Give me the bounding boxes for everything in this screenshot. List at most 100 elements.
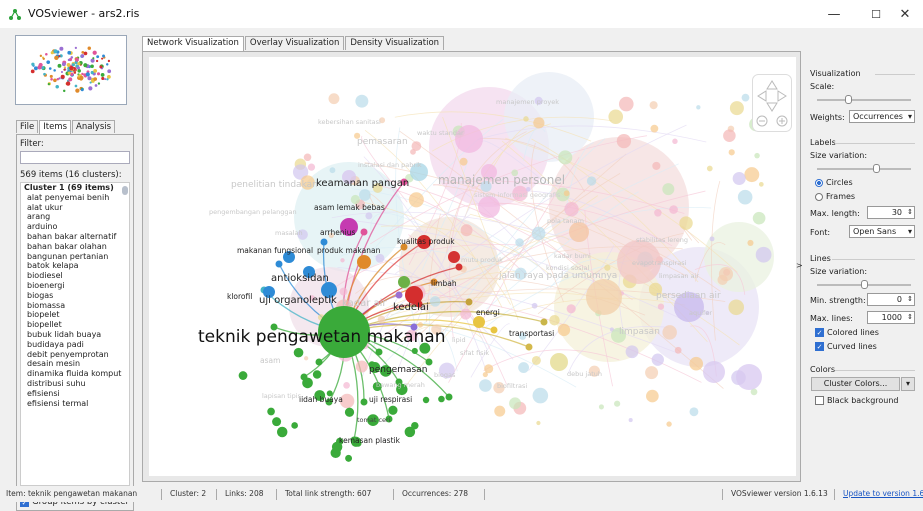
network-node[interactable]: [703, 361, 725, 383]
node-label[interactable]: sifat fisik: [460, 349, 489, 357]
network-node[interactable]: [752, 211, 766, 225]
network-node[interactable]: [563, 190, 570, 197]
list-item[interactable]: batok kelapa: [21, 261, 129, 271]
network-node[interactable]: [445, 393, 453, 401]
network-node[interactable]: [666, 421, 672, 427]
network-node[interactable]: [438, 395, 445, 403]
tab-items[interactable]: Items: [39, 120, 72, 134]
list-item[interactable]: bahan bakar olahan: [21, 242, 129, 252]
network-node[interactable]: [330, 447, 341, 459]
network-node[interactable]: [275, 260, 283, 268]
list-item[interactable]: efisiensi termal: [21, 399, 129, 409]
network-node[interactable]: [276, 426, 288, 438]
network-node[interactable]: [267, 407, 275, 416]
network-node[interactable]: [598, 404, 604, 410]
network-node[interactable]: [754, 152, 760, 159]
update-link[interactable]: Update to version 1.6.1: [843, 486, 923, 502]
network-map[interactable]: teknik pengawetan makanan manajemen perso…: [149, 57, 796, 476]
network-node[interactable]: [741, 93, 750, 102]
black-background-checkbox[interactable]: Black background: [815, 396, 899, 405]
network-node[interactable]: [558, 150, 573, 165]
network-node[interactable]: [490, 326, 498, 334]
network-node[interactable]: [459, 157, 468, 166]
network-node[interactable]: [388, 405, 398, 415]
cluster-header[interactable]: Cluster 1 (69 items): [21, 183, 129, 193]
network-node[interactable]: [646, 389, 659, 403]
node-label[interactable]: stabilitas lereng: [636, 236, 688, 244]
node-label[interactable]: kadar bumi: [554, 252, 591, 260]
network-node[interactable]: [718, 267, 734, 282]
node-label[interactable]: debu jatuh: [567, 370, 602, 378]
node-label[interactable]: mutu produk: [461, 256, 503, 264]
node-label[interactable]: limpasan: [619, 327, 660, 337]
network-node[interactable]: [744, 167, 760, 183]
network-node[interactable]: [689, 356, 704, 371]
node-label[interactable]: keamanan pangan: [316, 178, 409, 189]
network-canvas[interactable]: teknik pengawetan makanan manajemen perso…: [149, 57, 796, 476]
network-node[interactable]: [411, 421, 419, 430]
close-button[interactable]: ✕: [885, 4, 923, 26]
network-node[interactable]: [679, 216, 693, 230]
node-label[interactable]: pola tanam: [547, 217, 584, 225]
network-node[interactable]: [302, 377, 313, 389]
node-label[interactable]: biofiltrasi: [497, 382, 527, 390]
circles-radio[interactable]: Circles: [815, 178, 853, 187]
list-item[interactable]: biodiesel: [21, 271, 129, 281]
network-node[interactable]: [669, 205, 678, 214]
node-label[interactable]: aquifer: [689, 309, 712, 317]
node-label[interactable]: asam lemak bebas: [314, 203, 385, 212]
network-node[interactable]: [411, 347, 418, 355]
tab-file[interactable]: File: [16, 120, 39, 133]
frames-radio[interactable]: Frames: [815, 192, 855, 201]
network-node[interactable]: [395, 291, 403, 299]
network-node[interactable]: [747, 239, 754, 246]
node-label[interactable]: antioksidan: [271, 273, 329, 284]
network-node[interactable]: [645, 366, 659, 380]
node-label[interactable]: persediaan air: [656, 291, 721, 301]
network-node[interactable]: [303, 153, 312, 162]
list-scrollbar-thumb[interactable]: [122, 186, 128, 195]
network-node[interactable]: [564, 202, 579, 217]
node-label[interactable]: evapotranspirasi: [632, 259, 687, 267]
node-label[interactable]: lapisan tipis: [262, 392, 302, 400]
node-label[interactable]: kualitas produk: [397, 237, 455, 246]
network-node[interactable]: [377, 315, 386, 324]
list-item[interactable]: biomassa: [21, 301, 129, 311]
network-node[interactable]: [448, 251, 460, 263]
network-node[interactable]: [455, 263, 463, 271]
network-node[interactable]: [549, 314, 560, 326]
list-item[interactable]: efisiensi: [21, 389, 129, 399]
filter-input[interactable]: [20, 151, 130, 164]
network-node[interactable]: [355, 360, 368, 373]
network-node[interactable]: [536, 420, 541, 426]
node-label[interactable]: biogas: [434, 371, 456, 379]
network-node[interactable]: [465, 298, 473, 306]
network-node[interactable]: [674, 346, 682, 354]
node-label[interactable]: teknik pengawetan makanan: [198, 327, 445, 347]
node-label[interactable]: klorofil: [227, 292, 252, 301]
network-node[interactable]: [478, 196, 500, 218]
network-node[interactable]: [616, 133, 632, 149]
network-node[interactable]: [657, 303, 665, 310]
network-node[interactable]: [696, 105, 701, 110]
list-item[interactable]: arang: [21, 212, 129, 222]
network-node[interactable]: [533, 117, 545, 129]
cluster-colors-button[interactable]: Cluster Colors...: [811, 377, 900, 391]
node-label[interactable]: lidah buaya: [299, 395, 343, 404]
min-strength-input[interactable]: 0 ⇕: [867, 293, 915, 306]
max-lines-input[interactable]: 1000 ⇕: [867, 311, 915, 324]
node-label[interactable]: uji organoleptik: [259, 295, 337, 306]
network-node[interactable]: [729, 101, 744, 116]
tab-overlay-visualization[interactable]: Overlay Visualization: [244, 36, 345, 50]
network-node[interactable]: [329, 167, 336, 174]
list-item[interactable]: alat penyemai benih: [21, 193, 129, 203]
list-item[interactable]: biopelet: [21, 310, 129, 320]
network-node[interactable]: [375, 253, 385, 263]
network-node[interactable]: [586, 279, 622, 315]
list-item[interactable]: biogas: [21, 291, 129, 301]
network-node[interactable]: [628, 418, 633, 423]
collapse-panel-arrow-icon[interactable]: >: [796, 261, 803, 270]
network-node[interactable]: [728, 149, 735, 156]
network-node[interactable]: [732, 171, 746, 186]
network-node[interactable]: [355, 94, 369, 108]
